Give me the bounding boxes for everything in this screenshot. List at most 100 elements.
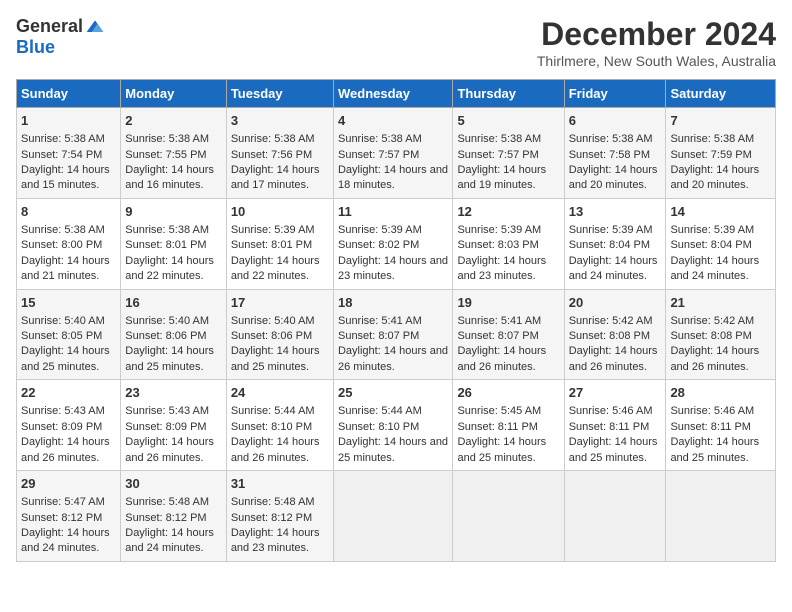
sunset-label: Sunset: 8:09 PM xyxy=(125,421,206,433)
logo: General Blue xyxy=(16,16,105,58)
calendar-cell xyxy=(564,471,666,562)
daylight-label: Daylight: 14 hours and 25 minutes. xyxy=(125,345,214,372)
logo-general-text: General xyxy=(16,16,83,37)
header-cell-saturday: Saturday xyxy=(666,80,776,108)
daylight-label: Daylight: 14 hours and 26 minutes. xyxy=(670,345,759,372)
header: General Blue December 2024 Thirlmere, Ne… xyxy=(16,16,776,69)
calendar-cell: 11Sunrise: 5:39 AMSunset: 8:02 PMDayligh… xyxy=(333,198,452,289)
header-row: SundayMondayTuesdayWednesdayThursdayFrid… xyxy=(17,80,776,108)
sunset-label: Sunset: 8:01 PM xyxy=(231,239,312,251)
daylight-label: Daylight: 14 hours and 25 minutes. xyxy=(231,345,320,372)
calendar-cell: 7Sunrise: 5:38 AMSunset: 7:59 PMDaylight… xyxy=(666,108,776,199)
sunset-label: Sunset: 8:04 PM xyxy=(670,239,751,251)
calendar-cell: 4 Sunrise: 5:38 AM Sunset: 7:57 PM Daylight… xyxy=(333,108,452,199)
daylight-label: Daylight: 14 hours and 24 minutes. xyxy=(670,255,759,282)
sunrise-label: Sunrise: 5:41 AM xyxy=(338,315,422,327)
calendar-cell: 31Sunrise: 5:48 AMSunset: 8:12 PMDayligh… xyxy=(226,471,333,562)
sunset-label: Sunset: 8:11 PM xyxy=(457,421,538,433)
daylight-label: Daylight: 14 hours and 21 minutes. xyxy=(21,255,110,282)
daylight-label: Daylight: 14 hours and 26 minutes. xyxy=(338,345,448,372)
day-number: 24 xyxy=(231,384,329,402)
sunset-label: Sunset: 8:10 PM xyxy=(231,421,312,433)
week-row-4: 22 Sunrise: 5:43 AM Sunset: 8:09 PM Dayligh… xyxy=(17,380,776,471)
header-cell-friday: Friday xyxy=(564,80,666,108)
daylight-label: Daylight: 14 hours and 20 minutes. xyxy=(670,164,759,191)
sunrise-label: Sunrise: 5:39 AM xyxy=(457,224,541,236)
day-number: 25 xyxy=(338,384,448,402)
day-number: 11 xyxy=(338,203,448,221)
daylight-label: Daylight: 14 hours and 23 minutes. xyxy=(457,255,546,282)
sunrise-label: Sunrise: 5:40 AM xyxy=(21,315,105,327)
daylight-label: Daylight: 14 hours and 20 minutes. xyxy=(569,164,658,191)
sunrise-label: Sunrise: 5:38 AM xyxy=(125,224,209,236)
day-number: 28 xyxy=(670,384,771,402)
calendar-cell: 10Sunrise: 5:39 AMSunset: 8:01 PMDayligh… xyxy=(226,198,333,289)
sunset-label: Sunset: 8:12 PM xyxy=(231,512,312,524)
sunset-label: Sunset: 7:57 PM xyxy=(338,149,419,161)
sunrise-label: Sunrise: 5:38 AM xyxy=(670,133,754,145)
calendar-cell: 16Sunrise: 5:40 AMSunset: 8:06 PMDayligh… xyxy=(121,289,227,380)
calendar-cell: 12Sunrise: 5:39 AMSunset: 8:03 PMDayligh… xyxy=(453,198,564,289)
day-number: 4 xyxy=(338,112,448,130)
calendar-cell: 26Sunrise: 5:45 AMSunset: 8:11 PMDayligh… xyxy=(453,380,564,471)
sunset-label: Sunset: 7:56 PM xyxy=(231,149,312,161)
sunrise-label: Sunrise: 5:38 AM xyxy=(125,133,209,145)
logo-icon xyxy=(85,17,105,37)
sunset-label: Sunset: 8:07 PM xyxy=(457,330,538,342)
daylight-label: Daylight: 14 hours and 26 minutes. xyxy=(21,436,110,463)
header-cell-tuesday: Tuesday xyxy=(226,80,333,108)
sunset-label: Sunset: 8:08 PM xyxy=(569,330,650,342)
sunrise-label: Sunrise: 5:38 AM xyxy=(338,133,422,145)
daylight-label: Daylight: 14 hours and 25 minutes. xyxy=(670,436,759,463)
day-number: 6 xyxy=(569,112,662,130)
subtitle: Thirlmere, New South Wales, Australia xyxy=(537,53,776,69)
sunset-label: Sunset: 7:55 PM xyxy=(125,149,206,161)
sunrise-label: Sunrise: 5:39 AM xyxy=(338,224,422,236)
day-number: 14 xyxy=(670,203,771,221)
day-number: 19 xyxy=(457,294,559,312)
sunset-label: Sunset: 8:06 PM xyxy=(125,330,206,342)
sunrise-label: Sunrise: 5:39 AM xyxy=(231,224,315,236)
day-number: 9 xyxy=(125,203,222,221)
sunrise-label: Sunrise: 5:40 AM xyxy=(125,315,209,327)
day-number: 20 xyxy=(569,294,662,312)
day-number: 30 xyxy=(125,475,222,493)
sunset-label: Sunset: 7:58 PM xyxy=(569,149,650,161)
week-row-1: 1Sunrise: 5:38 AMSunset: 7:54 PMDaylight… xyxy=(17,108,776,199)
sunrise-label: Sunrise: 5:43 AM xyxy=(125,405,209,417)
sunset-label: Sunset: 8:12 PM xyxy=(125,512,206,524)
daylight-label: Daylight: 14 hours and 26 minutes. xyxy=(125,436,214,463)
sunrise-label: Sunrise: 5:47 AM xyxy=(21,496,105,508)
sunset-label: Sunset: 7:54 PM xyxy=(21,149,102,161)
sunset-label: Sunset: 8:05 PM xyxy=(21,330,102,342)
day-number: 13 xyxy=(569,203,662,221)
calendar-cell: 22Sunrise: 5:43 AMSunset: 8:09 PMDayligh… xyxy=(17,380,121,471)
day-number: 17 xyxy=(231,294,329,312)
daylight-label: Daylight: 14 hours and 26 minutes. xyxy=(457,345,546,372)
day-number: 10 xyxy=(231,203,329,221)
sunrise-label: Sunrise: 5:48 AM xyxy=(125,496,209,508)
calendar-cell: 2Sunrise: 5:38 AMSunset: 7:55 PMDaylight… xyxy=(121,108,227,199)
day-number: 29 xyxy=(21,475,116,493)
sunrise-label: Sunrise: 5:38 AM xyxy=(231,133,315,145)
day-number: 22 xyxy=(21,384,116,402)
sunrise-label: Sunrise: 5:38 AM xyxy=(21,133,105,145)
sunrise-label: Sunrise: 5:48 AM xyxy=(231,496,315,508)
header-cell-monday: Monday xyxy=(121,80,227,108)
daylight-label: Daylight: 14 hours and 25 minutes. xyxy=(338,436,448,463)
sunset-label: Sunset: 8:06 PM xyxy=(231,330,312,342)
sunset-label: Sunset: 8:03 PM xyxy=(457,239,538,251)
day-number: 8 xyxy=(21,203,116,221)
day-number: 27 xyxy=(569,384,662,402)
sunrise-label: Sunrise: 5:40 AM xyxy=(231,315,315,327)
day-number: 7 xyxy=(670,112,771,130)
daylight-label: Daylight: 14 hours and 23 minutes. xyxy=(231,527,320,554)
day-number: 15 xyxy=(21,294,116,312)
daylight-label: Daylight: 14 hours and 18 minutes. xyxy=(338,164,448,191)
calendar-cell: 14Sunrise: 5:39 AMSunset: 8:04 PMDayligh… xyxy=(666,198,776,289)
week-row-3: 15 Sunrise: 5:40 AM Sunset: 8:05 PM Dayligh… xyxy=(17,289,776,380)
calendar-cell: 6Sunrise: 5:38 AMSunset: 7:58 PMDaylight… xyxy=(564,108,666,199)
main-title: December 2024 xyxy=(537,16,776,53)
calendar-cell: 29Sunrise: 5:47 AMSunset: 8:12 PMDayligh… xyxy=(17,471,121,562)
daylight-label: Daylight: 14 hours and 26 minutes. xyxy=(231,436,320,463)
